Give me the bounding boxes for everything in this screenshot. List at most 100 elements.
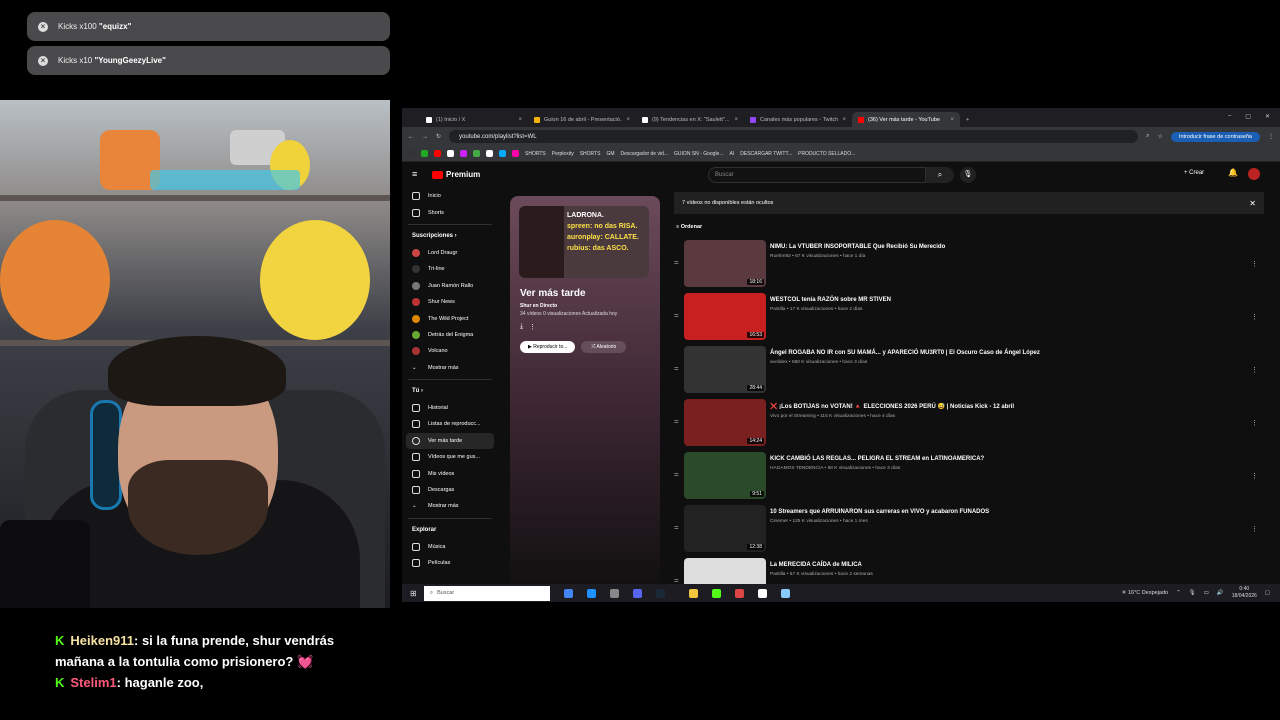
browser-tab[interactable]: (1) Inicio / X × xyxy=(420,112,528,127)
menu-icon[interactable]: ⋮ xyxy=(1268,133,1274,140)
sidebar-subscription[interactable]: Volcano xyxy=(402,343,498,359)
reload-icon[interactable]: ↻ xyxy=(436,133,441,140)
video-thumbnail[interactable]: 14:24 xyxy=(684,399,766,446)
bookmark-item[interactable]: SHORTS xyxy=(580,151,601,157)
more-options-icon[interactable]: ⋮ xyxy=(1251,472,1258,480)
notifications-bell-icon[interactable]: 🔔 xyxy=(1228,168,1238,177)
video-row[interactable]: = 9:51 KICK CAMBIÓ LAS REGLAS... PELIGRA E… xyxy=(674,452,1264,505)
video-title[interactable]: ❌ ¡Los BOTIJAS no VOTAN! 🔺 ELECCIONES 20… xyxy=(770,403,1014,410)
bookmark-icon[interactable] xyxy=(473,150,480,157)
microphone-icon[interactable]: 🎙 xyxy=(1189,590,1196,596)
forward-icon[interactable]: → xyxy=(422,134,428,140)
bookmark-icon[interactable] xyxy=(512,150,519,157)
weather-widget[interactable]: ☀ 16°C Despejado xyxy=(1122,590,1169,596)
drag-handle-icon[interactable]: = xyxy=(674,258,684,267)
more-options-icon[interactable]: ⋮ xyxy=(1251,366,1258,374)
app-icon[interactable] xyxy=(781,588,790,598)
password-prompt-button[interactable]: Introducir frase de contraseña xyxy=(1170,131,1260,142)
sidebar-item-playlists[interactable]: Listas de reproducc... xyxy=(402,416,498,432)
bookmark-icon[interactable] xyxy=(460,150,467,157)
video-title[interactable]: La MERECIDA CAÍDA de MILICA xyxy=(770,562,873,568)
sidebar-subscription[interactable]: Juan Ramón Rallo xyxy=(402,278,498,294)
video-title[interactable]: Ángel ROGABA NO IR con SU MAMÁ... y APAR… xyxy=(770,350,1040,356)
drag-handle-icon[interactable]: = xyxy=(674,523,684,532)
more-options-icon[interactable]: ⋮ xyxy=(529,323,536,331)
close-icon[interactable]: × xyxy=(950,117,954,123)
sidebar-subscription[interactable]: Shur News xyxy=(402,294,498,310)
back-icon[interactable]: ← xyxy=(408,134,414,140)
hamburger-menu-icon[interactable]: ≡ xyxy=(412,169,417,179)
app-icon[interactable] xyxy=(735,588,744,598)
video-row[interactable]: = 18:16 NIMU: La VTUBER INSOPORTABLE Que R… xyxy=(674,240,1264,293)
bookmark-item[interactable]: Descargador de vid... xyxy=(621,151,669,157)
sidebar-item-music[interactable]: Música xyxy=(402,539,498,555)
drag-handle-icon[interactable]: = xyxy=(674,311,684,320)
sidebar-item-history[interactable]: Historial xyxy=(402,400,498,416)
bookmark-item[interactable]: PRODUCTO SELLADO... xyxy=(798,151,855,157)
sidebar-item-liked[interactable]: Vídeos que me gus... xyxy=(402,449,498,465)
discord-icon[interactable] xyxy=(633,588,642,598)
sidebar-item-inicio[interactable]: Inicio xyxy=(402,188,498,204)
new-tab-button[interactable]: + xyxy=(960,112,974,127)
close-icon[interactable]: × xyxy=(518,117,522,123)
more-options-icon[interactable]: ⋮ xyxy=(1251,260,1258,268)
video-title[interactable]: NIMU: La VTUBER INSOPORTABLE Que Recibió… xyxy=(770,244,945,250)
sidebar-item-my-videos[interactable]: Mis vídeos xyxy=(402,465,498,481)
app-icon[interactable] xyxy=(610,588,619,598)
sidebar-show-more[interactable]: ⌄ Mostrar más xyxy=(402,360,498,376)
folder-icon[interactable] xyxy=(689,588,698,598)
video-thumbnail[interactable]: 9:51 xyxy=(684,452,766,499)
taskbar-search[interactable]: ⌕ Buscar xyxy=(424,585,550,601)
volume-icon[interactable]: 🔊 xyxy=(1217,590,1224,596)
browser-tab[interactable]: Canales más populares - Twitch × xyxy=(744,112,852,127)
sort-button[interactable]: ≡ Ordenar xyxy=(676,224,1262,230)
playlist-owner[interactable]: Shur en Directo xyxy=(520,303,650,309)
avatar[interactable] xyxy=(1248,168,1260,180)
chrome-icon[interactable] xyxy=(564,588,573,598)
drag-handle-icon[interactable]: = xyxy=(674,364,684,373)
more-options-icon[interactable]: ⋮ xyxy=(1251,313,1258,321)
app-icon[interactable] xyxy=(712,588,721,598)
video-title[interactable]: KICK CAMBIÓ LAS REGLAS... PELIGRA EL STR… xyxy=(770,456,984,462)
close-window-icon[interactable]: ✕ xyxy=(1265,113,1270,120)
drag-handle-icon[interactable]: = xyxy=(674,417,684,426)
video-thumbnail[interactable]: 28:44 xyxy=(684,346,766,393)
bookmark-icon[interactable] xyxy=(499,150,506,157)
apps-icon[interactable] xyxy=(408,150,415,157)
notion-icon[interactable] xyxy=(758,588,767,598)
edge-icon[interactable] xyxy=(587,588,596,598)
sidebar-subscription[interactable]: Detrás del Enigma xyxy=(402,327,498,343)
video-thumbnail[interactable]: 16:53 xyxy=(684,293,766,340)
network-icon[interactable]: ▭ xyxy=(1204,590,1209,596)
sidebar-show-more[interactable]: ⌄ Mostrar más xyxy=(402,498,498,514)
video-row[interactable]: = 16:53 WESTCOL tenía RAZÓN sobre MR STIVE… xyxy=(674,293,1264,346)
minimize-icon[interactable]: – xyxy=(1228,113,1231,120)
chevron-up-icon[interactable]: ⌃ xyxy=(1176,590,1181,596)
bookmark-icon[interactable] xyxy=(421,150,428,157)
youtube-logo[interactable]: Premium xyxy=(432,170,480,179)
browser-tab[interactable]: Guion 16 de abril - Presentació... × xyxy=(528,112,636,127)
more-options-icon[interactable]: ⋮ xyxy=(1251,419,1258,427)
playlist-thumbnail[interactable]: LADRONA. spreen: no das RISA. auronplay:… xyxy=(519,206,649,278)
search-input[interactable]: Buscar xyxy=(708,167,926,183)
shuffle-button[interactable]: ⤮ Aleatorio xyxy=(581,341,627,353)
play-all-button[interactable]: ▶ Reproducir to... xyxy=(520,341,576,353)
bookmark-item[interactable]: DESCARGAR TWITT... xyxy=(740,151,792,157)
video-thumbnail[interactable]: 18:16 xyxy=(684,240,766,287)
x-icon[interactable] xyxy=(447,150,454,157)
sidebar-subscription[interactable]: Lord Draugr xyxy=(402,245,498,261)
bookmark-item[interactable]: AI xyxy=(730,151,735,157)
video-row[interactable]: = 14:24 ❌ ¡Los BOTIJAS no VOTAN! 🔺 ELECCIO… xyxy=(674,399,1264,452)
close-icon[interactable]: × xyxy=(38,21,48,32)
browser-tab[interactable]: (9) Tendencias en X: "Saulett"... × xyxy=(636,112,744,127)
maximize-icon[interactable]: ▢ xyxy=(1245,113,1251,120)
close-icon[interactable]: × xyxy=(38,55,48,66)
close-icon[interactable]: ✕ xyxy=(1249,199,1256,208)
bookmark-star-icon[interactable]: ☆ xyxy=(1158,133,1163,140)
tiktok-icon[interactable] xyxy=(486,150,493,157)
drag-handle-icon[interactable]: = xyxy=(674,470,684,479)
windows-start-icon[interactable]: ⊞ xyxy=(410,589,417,598)
download-icon[interactable]: ⤓ xyxy=(520,323,523,331)
bookmark-item[interactable]: GUION SN - Google... xyxy=(674,151,723,157)
sidebar-subscription[interactable]: The Wild Project xyxy=(402,310,498,326)
